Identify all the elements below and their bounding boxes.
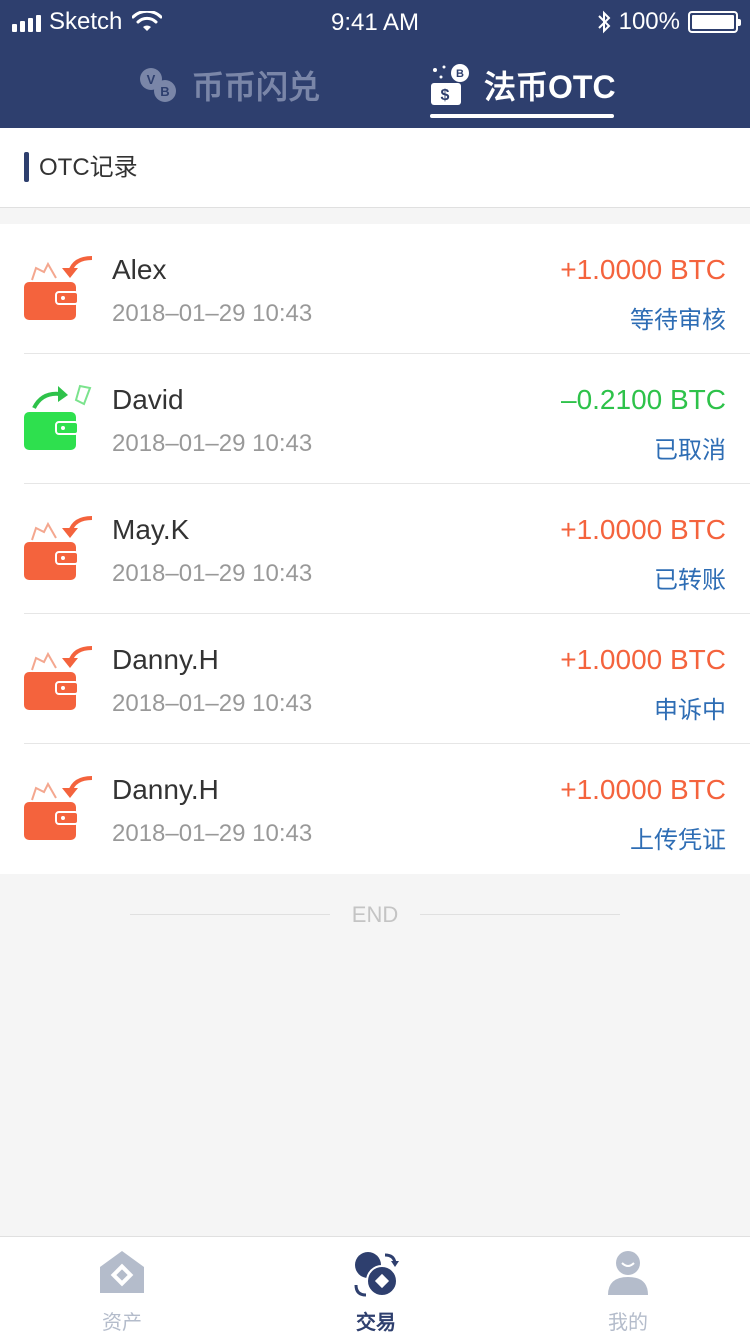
bottom-tab-bar: 资产 交易 我的 [0, 1236, 750, 1334]
record-status: 已取消 [654, 437, 726, 464]
coin-exchange-icon: V B [140, 68, 176, 102]
nav-profile-label: 我的 [608, 1312, 648, 1334]
app-header: Sketch 9:41 AM 100% V B 币币闪兑 B $ 法币OTC [0, 0, 750, 128]
svg-text:$: $ [441, 87, 450, 104]
record-amount: +1.0000 BTC [560, 774, 726, 805]
section-title: OTC记录 [39, 154, 138, 181]
list-item[interactable]: May.K 2018–01–29 10:43 +1.0000 BTC 已转账 [0, 484, 750, 614]
record-date: 2018–01–29 10:43 [112, 820, 313, 847]
end-label: END [351, 902, 399, 927]
record-date: 2018–01–29 10:43 [112, 690, 313, 717]
battery-percent: 100% [618, 8, 680, 35]
incoming-wallet-icon [24, 776, 93, 840]
tab-coin-exchange[interactable]: V B 币币闪兑 [136, 52, 320, 118]
tab-coin-exchange-label: 币币闪兑 [192, 69, 321, 105]
incoming-wallet-icon [24, 256, 93, 320]
assets-icon [100, 1251, 144, 1293]
nav-assets-label: 资产 [102, 1312, 142, 1334]
record-name: Alex [112, 254, 167, 285]
end-line-right [420, 914, 620, 915]
list-item[interactable]: Danny.H 2018–01–29 10:43 +1.0000 BTC 上传凭… [0, 744, 750, 874]
profile-icon [608, 1251, 648, 1295]
battery-icon [688, 11, 741, 33]
list-item[interactable]: Danny.H 2018–01–29 10:43 +1.0000 BTC 申诉中 [0, 614, 750, 744]
record-date: 2018–01–29 10:43 [112, 560, 313, 587]
record-date: 2018–01–29 10:43 [112, 300, 313, 327]
record-status: 上传凭证 [630, 827, 726, 854]
tab-fiat-otc-label: 法币OTC [484, 69, 616, 105]
record-amount: +1.0000 BTC [560, 254, 726, 285]
nav-trade-label: 交易 [356, 1312, 396, 1334]
incoming-wallet-icon [24, 516, 93, 580]
end-of-list: END [0, 900, 750, 930]
svg-text:V: V [147, 72, 156, 87]
list-item[interactable]: David 2018–01–29 10:43 –0.2100 BTC 已取消 [0, 354, 750, 484]
record-amount: +1.0000 BTC [560, 644, 726, 675]
nav-trade[interactable]: 交易 [316, 1249, 436, 1334]
svg-text:B: B [160, 84, 169, 99]
record-name: Danny.H [112, 774, 219, 805]
record-amount: –0.2100 BTC [561, 384, 726, 415]
svg-text:B: B [456, 68, 464, 80]
record-status: 申诉中 [654, 697, 726, 724]
otc-record-list: Alex 2018–01–29 10:43 +1.0000 BTC 等待审核 D… [0, 224, 750, 874]
bluetooth-icon [597, 10, 611, 34]
tab-fiat-otc[interactable]: B $ 法币OTC [430, 52, 616, 118]
fiat-otc-icon: B $ [431, 64, 469, 105]
incoming-wallet-icon [24, 646, 93, 710]
section-marker [24, 152, 29, 182]
top-tabs: V B 币币闪兑 B $ 法币OTC [0, 52, 750, 118]
record-date: 2018–01–29 10:43 [112, 430, 313, 457]
nav-assets[interactable]: 资产 [62, 1249, 182, 1334]
outgoing-wallet-icon [24, 384, 92, 450]
record-name: Danny.H [112, 644, 219, 675]
record-amount: +1.0000 BTC [560, 514, 726, 545]
status-bar: Sketch 9:41 AM 100% [0, 0, 750, 44]
record-status: 已转账 [654, 567, 726, 594]
active-tab-indicator [430, 114, 614, 118]
record-status: 等待审核 [630, 307, 726, 334]
section-header: OTC记录 [0, 128, 750, 208]
record-name: May.K [112, 514, 190, 545]
trade-icon [354, 1252, 399, 1297]
record-name: David [112, 384, 184, 415]
nav-profile[interactable]: 我的 [568, 1249, 688, 1334]
list-item[interactable]: Alex 2018–01–29 10:43 +1.0000 BTC 等待审核 [0, 224, 750, 354]
